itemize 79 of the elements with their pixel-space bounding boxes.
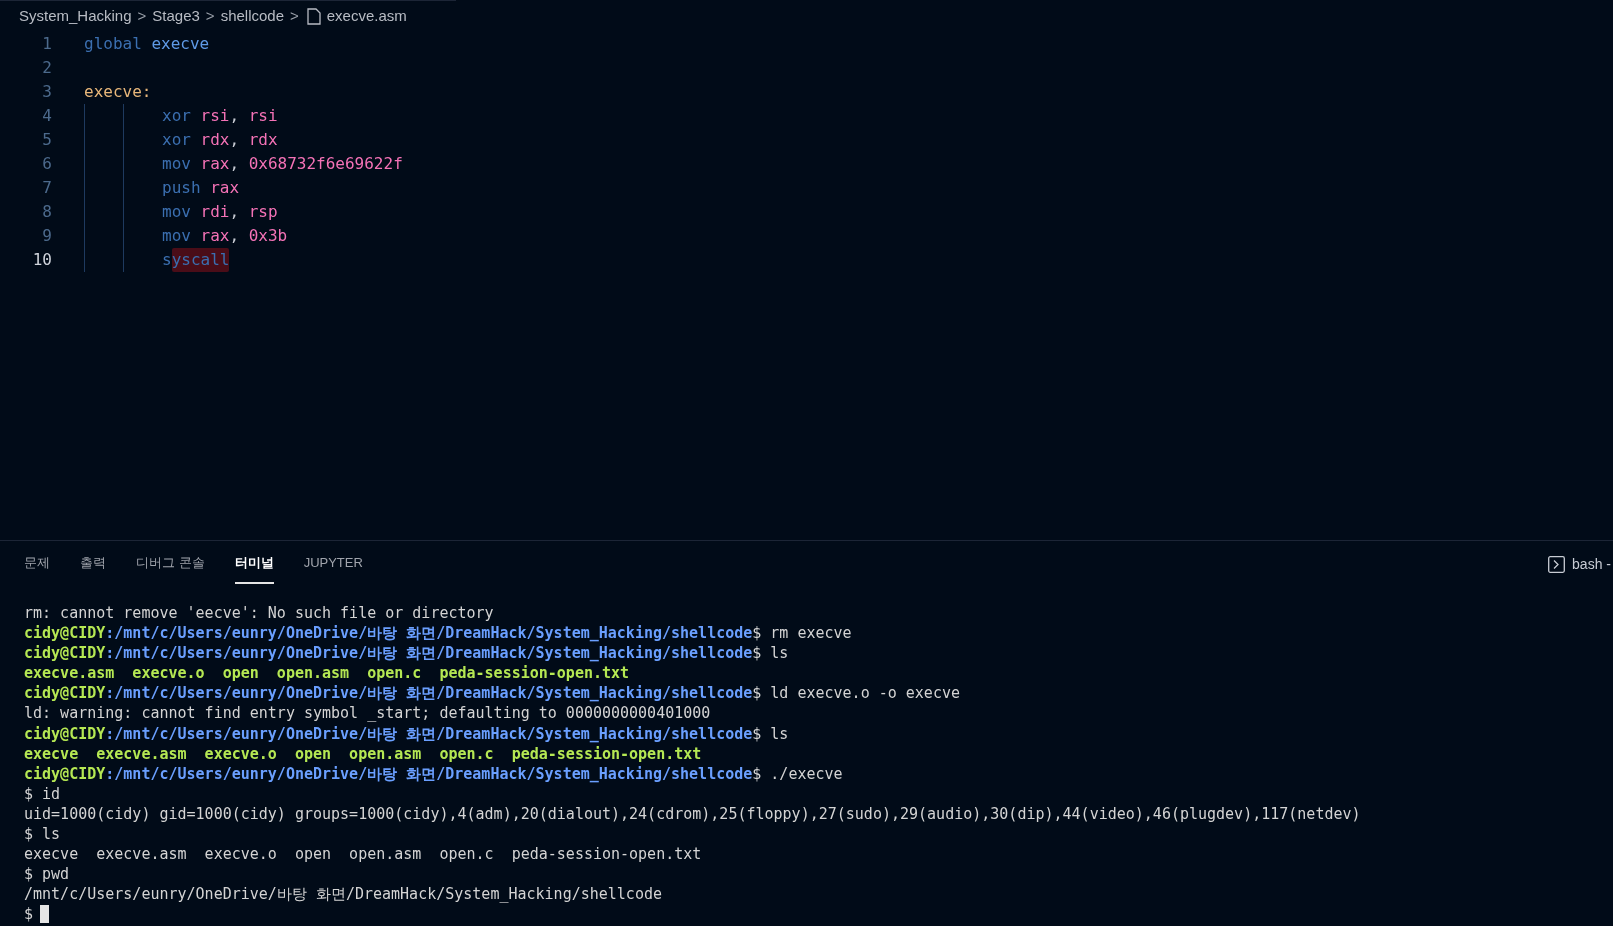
code-token: rax bbox=[200, 153, 230, 175]
line-number: 7 bbox=[41, 177, 52, 199]
terminal-command: $ ls bbox=[752, 723, 789, 744]
line-number: 9 bbox=[41, 225, 52, 247]
code-token: global bbox=[84, 33, 142, 55]
breadcrumb-item[interactable]: System_Hacking bbox=[19, 5, 132, 28]
code-token: rsi bbox=[248, 105, 278, 127]
code-token: push bbox=[162, 177, 201, 199]
prompt-user: cidy@CIDY bbox=[24, 763, 106, 784]
code-token: , bbox=[229, 225, 240, 247]
line-number: 1 bbox=[41, 33, 52, 55]
line-number: 10 bbox=[31, 249, 52, 271]
terminal-line: $ id bbox=[24, 783, 62, 804]
panel-tab[interactable]: 터미널 bbox=[234, 544, 274, 584]
code-token: mov bbox=[162, 201, 191, 223]
panel-tab[interactable]: 문제 bbox=[24, 544, 50, 584]
terminal-command: $ ls bbox=[752, 643, 789, 664]
breadcrumb-file[interactable]: execve.asm bbox=[326, 5, 407, 28]
code-token: mov bbox=[162, 225, 191, 247]
breadcrumb-separator: > bbox=[290, 6, 299, 27]
prompt-path: :/mnt/c/Users/eunry/OneDrive/바탕 화면/DreamHack/System_Hacking/shellcode bbox=[105, 683, 753, 704]
code-token: , bbox=[229, 201, 240, 223]
prompt-user: cidy@CIDY bbox=[24, 643, 106, 664]
line-number: 8 bbox=[41, 201, 52, 223]
code-token: rax bbox=[200, 225, 230, 247]
breadcrumb-separator: > bbox=[205, 6, 215, 27]
code-token: execve: bbox=[84, 81, 152, 103]
code-token: rax bbox=[210, 177, 240, 199]
code-token: rsi bbox=[200, 105, 230, 127]
code-token: 0x3b bbox=[248, 225, 288, 247]
terminal-line: ld: warning: cannot find entry symbol _start; defaulting to 0000000000401000 bbox=[24, 703, 712, 724]
code-token: 0x68732f6e69622f bbox=[248, 153, 403, 175]
code-token: rdi bbox=[200, 201, 230, 223]
code-token: mov bbox=[162, 153, 191, 175]
code-token: rdx bbox=[248, 129, 278, 151]
terminal-name[interactable]: bash - bbox=[1572, 553, 1611, 575]
prompt-path: :/mnt/c/Users/eunry/OneDrive/바탕 화면/DreamHack/System_Hacking/shellcode bbox=[105, 723, 753, 744]
code-token: xor bbox=[162, 129, 191, 151]
code-token: rdx bbox=[200, 129, 230, 151]
code-token: , bbox=[229, 105, 240, 127]
terminal-command: $ ./execve bbox=[752, 763, 843, 784]
breadcrumb-separator: > bbox=[137, 6, 147, 27]
terminal-line: execve execve.asm execve.o open open.asm open.c peda-session-open.txt bbox=[24, 743, 703, 764]
terminal-command: $ rm execve bbox=[752, 623, 852, 644]
panel-tab[interactable]: 출력 bbox=[80, 544, 106, 584]
terminal-line: $ pwd bbox=[24, 864, 71, 885]
prompt-user: cidy@CIDY bbox=[24, 723, 106, 744]
panel-tab[interactable]: 디버그 콘솔 bbox=[136, 544, 205, 584]
code-token: , bbox=[229, 153, 240, 175]
line-number: 6 bbox=[41, 153, 52, 175]
terminal-line: $ ls bbox=[24, 824, 62, 845]
prompt-user: cidy@CIDY bbox=[24, 683, 106, 704]
prompt-path: :/mnt/c/Users/eunry/OneDrive/바탕 화면/DreamHack/System_Hacking/shellcode bbox=[105, 623, 753, 644]
code-token: xor bbox=[162, 105, 191, 127]
line-number: 4 bbox=[41, 105, 52, 127]
line-number: 5 bbox=[41, 129, 52, 151]
breadcrumb-item[interactable]: shellcode bbox=[220, 5, 284, 28]
error-highlight: yscall bbox=[171, 248, 230, 272]
code-token: rsp bbox=[248, 201, 278, 223]
terminal-line: rm: cannot remove 'eecve': No such file or directory bbox=[24, 603, 495, 624]
terminal-line: /mnt/c/Users/eunry/OneDrive/바탕 화면/DreamHack/System_Hacking/shellcode bbox=[24, 884, 663, 905]
breadcrumb-item[interactable]: Stage3 bbox=[152, 5, 200, 28]
terminal-line: execve.asm execve.o open open.asm open.c peda-session-open.txt bbox=[24, 663, 631, 684]
code-token: s bbox=[162, 249, 172, 271]
terminal-prompt: $ bbox=[24, 904, 34, 925]
terminal-icon bbox=[1548, 555, 1566, 573]
code-token: execve bbox=[151, 33, 210, 55]
file-icon bbox=[306, 8, 321, 25]
terminal-command: $ ld execve.o -o execve bbox=[752, 683, 960, 704]
terminal-cursor bbox=[40, 905, 50, 924]
terminal-line: execve execve.asm execve.o open open.asm open.c peda-session-open.txt bbox=[24, 844, 703, 865]
prompt-path: :/mnt/c/Users/eunry/OneDrive/바탕 화면/DreamHack/System_Hacking/shellcode bbox=[105, 763, 753, 784]
prompt-path: :/mnt/c/Users/eunry/OneDrive/바탕 화면/DreamHack/System_Hacking/shellcode bbox=[105, 643, 753, 664]
prompt-user: cidy@CIDY bbox=[24, 623, 106, 644]
line-number: 3 bbox=[41, 81, 52, 103]
line-number: 2 bbox=[41, 57, 52, 79]
panel-tab[interactable]: JUPYTER bbox=[303, 544, 363, 584]
code-token: , bbox=[229, 129, 240, 151]
terminal-line: uid=1000(cidy) gid=1000(cidy) groups=1000(cidy),4(adm),20(dialout),24(cdrom),25(floppy),27(sudo),29(audio),30(dip),44(video),46(plugdev),117(netdev) bbox=[24, 803, 1362, 825]
